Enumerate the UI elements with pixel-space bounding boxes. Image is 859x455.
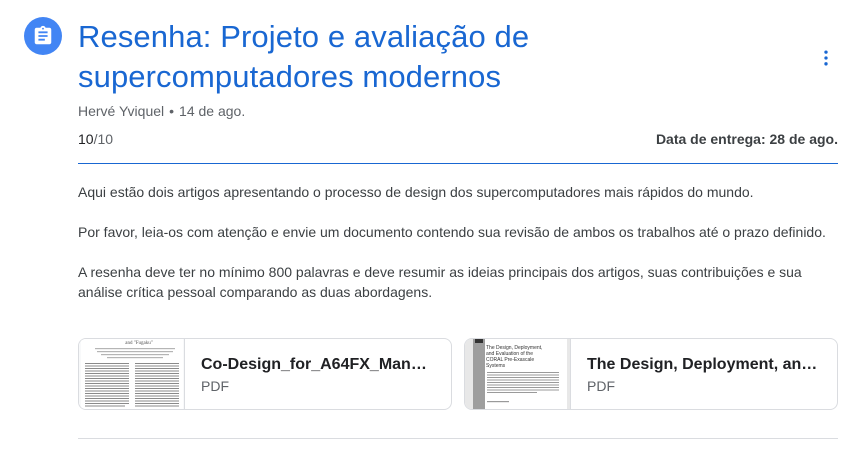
attachment-title[interactable]: Co-Design_for_A64FX_Manycore_Processor_a… <box>201 355 435 375</box>
post-meta: Hervé Yviquel • 14 de ago. <box>78 102 245 120</box>
attachment-title[interactable]: The Design, Deployment, and Evaluation o… <box>587 355 821 375</box>
attachment-type: PDF <box>201 378 229 394</box>
score-value: 10 <box>78 131 94 147</box>
meta-separator: • <box>169 103 175 119</box>
pdf-thumbnail: The Design, Deployment, and Evaluation o… <box>465 339 571 409</box>
footer-divider <box>78 438 838 439</box>
more-vert-icon <box>824 50 828 66</box>
description-paragraph: A resenha deve ter no mínimo 800 palavra… <box>78 264 802 300</box>
assignment-description: Aqui estão dois artigos apresentando o p… <box>78 182 828 322</box>
assignment-page: Resenha: Projeto e avaliação de supercom… <box>0 0 859 455</box>
posted-date: 14 de ago. <box>179 103 246 119</box>
due-date: Data de entrega: 28 de ago. <box>655 131 838 147</box>
thumb-caption: and "Fugaku" <box>125 341 153 346</box>
description-paragraph: Aqui estão dois artigos apresentando o p… <box>78 184 754 200</box>
more-options-button[interactable] <box>806 38 846 78</box>
assignment-title: Resenha: Projeto e avaliação de supercom… <box>78 19 530 94</box>
description-paragraph: Por favor, leia-os com atenção e envie u… <box>78 224 826 240</box>
pdf-thumbnail: and "Fugaku" <box>79 339 185 409</box>
points: 10/10 <box>78 130 113 148</box>
max-points: /10 <box>93 131 114 147</box>
assignment-icon <box>24 17 62 55</box>
attachment-card[interactable]: and "Fugaku" Co-Design_for_A64FX_Manyco … <box>78 338 452 410</box>
header-divider <box>78 163 838 164</box>
thumb-caption: The Design, Deployment, and Evaluation o… <box>486 345 543 369</box>
author-name: Hervé Yviquel <box>78 103 165 119</box>
attachment-type: PDF <box>587 378 615 394</box>
attachment-card[interactable]: The Design, Deployment, and Evaluation o… <box>464 338 838 410</box>
